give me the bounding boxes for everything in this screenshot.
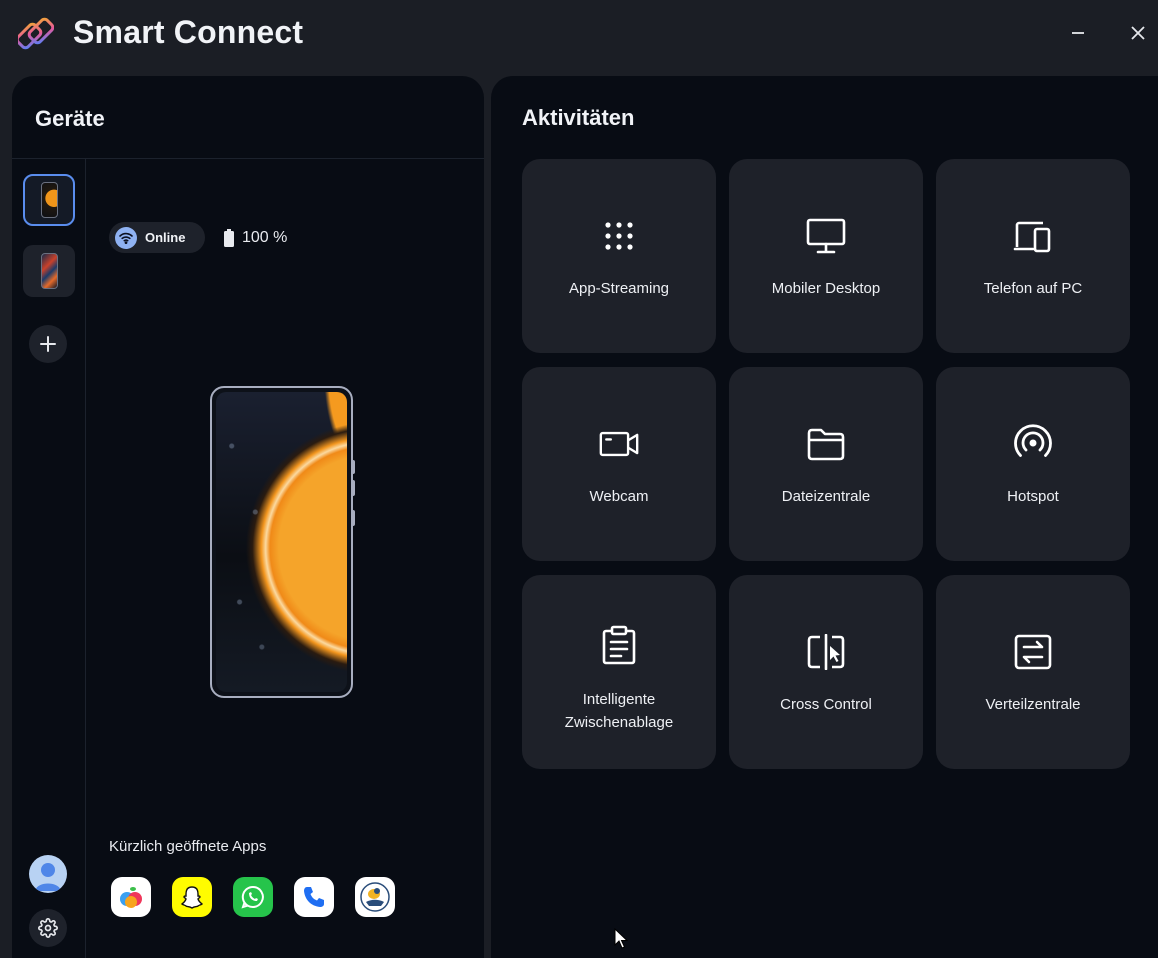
phone-wallpaper xyxy=(216,392,347,692)
phone-thumbnail-icon xyxy=(40,182,58,218)
phone-side-button xyxy=(351,510,355,526)
tile-webcam[interactable]: Webcam xyxy=(522,367,716,561)
phone-side-button xyxy=(351,460,355,474)
phone-to-pc-icon xyxy=(1013,216,1053,256)
smart-connect-logo-icon xyxy=(18,17,54,50)
wifi-icon xyxy=(115,226,137,249)
tile-label: Hotspot xyxy=(1007,488,1059,505)
folder-icon xyxy=(806,424,846,464)
user-icon xyxy=(35,863,61,891)
tile-mobile-desktop[interactable]: Mobiler Desktop xyxy=(729,159,923,353)
phone-side-button xyxy=(351,480,355,496)
tile-label: Cross Control xyxy=(780,696,872,713)
recent-apps-list xyxy=(111,877,395,917)
devices-panel: Geräte Online 100 % Kürzlich geöffnete A… xyxy=(12,76,484,958)
tile-label: Webcam xyxy=(589,488,649,505)
video-camera-icon xyxy=(599,424,639,464)
snapchat-icon[interactable] xyxy=(172,877,212,917)
mouse-cursor-icon xyxy=(614,928,628,949)
tile-phone-on-pc[interactable]: Telefon auf PC xyxy=(936,159,1130,353)
tile-app-streaming[interactable]: App-Streaming xyxy=(522,159,716,353)
user-avatar[interactable] xyxy=(29,855,67,893)
app-grid-icon xyxy=(599,216,639,256)
app-title: Smart Connect xyxy=(73,14,304,50)
clipboard-icon xyxy=(599,625,639,665)
share-hub-icon xyxy=(1013,632,1053,672)
minimize-button[interactable] xyxy=(1063,18,1093,48)
connection-status-badge: Online xyxy=(109,222,205,253)
tile-label: Intelligente Zwischenablage xyxy=(564,691,674,731)
battery-level-text: 100 % xyxy=(242,229,288,246)
gear-icon xyxy=(38,918,58,938)
cross-control-icon xyxy=(806,632,846,672)
tile-label: Telefon auf PC xyxy=(983,280,1083,297)
close-icon xyxy=(1131,26,1145,40)
tile-label: Dateizentrale xyxy=(781,488,871,505)
divider xyxy=(12,158,484,159)
tile-file-center[interactable]: Dateizentrale xyxy=(729,367,923,561)
phone-app-icon[interactable] xyxy=(294,877,334,917)
activities-title: Aktivitäten xyxy=(522,105,635,130)
tile-smart-clipboard[interactable]: Intelligente Zwischenablage xyxy=(522,575,716,769)
tile-distribution-center[interactable]: Verteilzentrale xyxy=(936,575,1130,769)
tile-hotspot[interactable]: Hotspot xyxy=(936,367,1130,561)
tile-label: Verteilzentrale xyxy=(985,696,1081,713)
add-device-button[interactable] xyxy=(29,325,67,363)
whatsapp-icon[interactable] xyxy=(233,877,273,917)
activities-grid: App-Streaming Mobiler Desktop Telefon au… xyxy=(522,159,1130,769)
phone-preview[interactable] xyxy=(210,386,353,698)
device-thumbnail-2[interactable] xyxy=(23,245,75,297)
divider xyxy=(85,159,86,958)
minimize-icon xyxy=(1072,32,1084,34)
tile-label: App-Streaming xyxy=(568,280,670,297)
hotspot-icon xyxy=(1013,424,1053,464)
title-bar: Smart Connect xyxy=(0,0,1158,70)
close-button[interactable] xyxy=(1123,18,1153,48)
device-thumbnail-1[interactable] xyxy=(23,174,75,226)
recent-apps-label: Kürzlich geöffnete Apps xyxy=(109,838,267,855)
devices-title: Geräte xyxy=(35,106,105,131)
bird-app-icon[interactable] xyxy=(355,877,395,917)
settings-button[interactable] xyxy=(29,909,67,947)
tile-label: Mobiler Desktop xyxy=(771,280,881,297)
phone-thumbnail-icon xyxy=(40,253,58,289)
activities-panel: Aktivitäten App-Streaming Mobiler Deskto xyxy=(491,76,1158,958)
monitor-icon xyxy=(806,216,846,256)
fruit-app-icon[interactable] xyxy=(111,877,151,917)
connection-status-text: Online xyxy=(145,230,186,245)
tile-cross-control[interactable]: Cross Control xyxy=(729,575,923,769)
battery-icon xyxy=(224,229,234,247)
battery-status: 100 % xyxy=(224,226,287,250)
plus-icon xyxy=(40,336,56,352)
